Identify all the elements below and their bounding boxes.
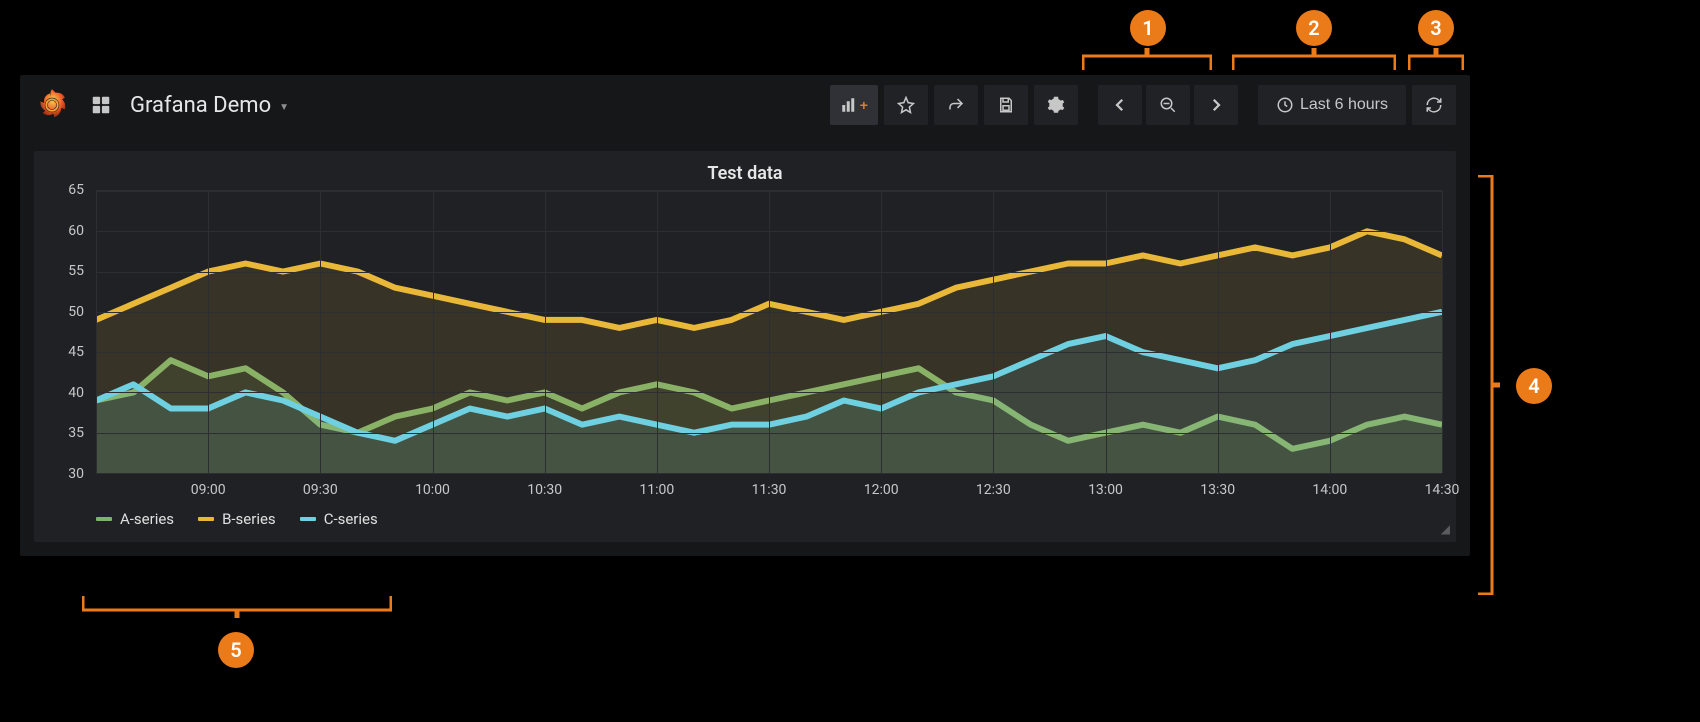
- gear-icon: [1047, 96, 1065, 114]
- chevron-left-icon: [1111, 96, 1129, 114]
- dashboard-grid-icon[interactable]: [86, 90, 116, 120]
- annotation-bracket-5: [82, 596, 392, 618]
- add-panel-button[interactable]: +: [830, 85, 878, 125]
- y-axis: 3035404550556065: [44, 190, 90, 474]
- plus-icon: +: [860, 97, 868, 113]
- time-nav-group: [1098, 85, 1238, 125]
- legend-swatch-a: [96, 517, 112, 521]
- share-button[interactable]: [934, 85, 978, 125]
- legend-label-c: C-series: [324, 510, 378, 528]
- annotation-marker-4-label: 4: [1528, 374, 1539, 398]
- annotation-marker-1: 1: [1130, 10, 1166, 46]
- legend-label-a: A-series: [120, 510, 174, 528]
- x-tick-label: 14:30: [1425, 482, 1460, 498]
- legend-item-a[interactable]: A-series: [96, 510, 174, 528]
- legend-item-c[interactable]: C-series: [300, 510, 378, 528]
- settings-button[interactable]: [1034, 85, 1078, 125]
- y-tick-label: 40: [68, 385, 84, 401]
- plot-area: 3035404550556065 09:0009:3010:0010:3011:…: [44, 190, 1446, 500]
- zoom-out-button[interactable]: [1146, 85, 1190, 125]
- dashboard-title-picker[interactable]: Grafana Demo ▼: [122, 89, 297, 122]
- time-range-forward-button[interactable]: [1194, 85, 1238, 125]
- resize-handle-icon[interactable]: ◢: [1441, 522, 1450, 536]
- bar-chart-icon: [840, 96, 858, 114]
- time-picker-group: Last 6 hours: [1258, 85, 1456, 125]
- x-tick-label: 12:30: [976, 482, 1011, 498]
- x-tick-label: 12:00: [864, 482, 899, 498]
- x-tick-label: 09:00: [191, 482, 226, 498]
- x-tick-label: 14:00: [1312, 482, 1347, 498]
- annotation-marker-5-label: 5: [230, 638, 241, 662]
- zoom-out-icon: [1159, 96, 1177, 114]
- star-button[interactable]: [884, 85, 928, 125]
- clock-icon: [1276, 96, 1294, 114]
- dashboard-topbar: Grafana Demo ▼ +: [20, 75, 1470, 135]
- annotation-marker-2: 2: [1296, 10, 1332, 46]
- y-tick-label: 55: [68, 263, 84, 279]
- legend-swatch-c: [300, 517, 316, 521]
- plot-canvas[interactable]: [96, 190, 1442, 474]
- grafana-logo-icon[interactable]: [34, 87, 70, 123]
- save-icon: [997, 96, 1015, 114]
- x-tick-label: 11:30: [752, 482, 787, 498]
- time-range-picker[interactable]: Last 6 hours: [1258, 85, 1406, 125]
- time-range-back-button[interactable]: [1098, 85, 1142, 125]
- share-icon: [947, 96, 965, 114]
- y-tick-label: 30: [68, 466, 84, 482]
- refresh-icon: [1425, 96, 1443, 114]
- y-tick-label: 45: [68, 344, 84, 360]
- annotation-bracket-4: [1478, 175, 1500, 595]
- refresh-button[interactable]: [1412, 85, 1456, 125]
- save-button[interactable]: [984, 85, 1028, 125]
- annotation-marker-2-label: 2: [1308, 16, 1319, 40]
- legend-label-b: B-series: [222, 510, 276, 528]
- panel-graph[interactable]: Test data 30 35 40 45 50 55 60 65 09:00 09:30 10:…: [34, 151, 1456, 542]
- x-tick-label: 11:00: [639, 482, 674, 498]
- toolbar-main: +: [830, 85, 1078, 125]
- legend: A-series B-series C-series: [44, 500, 1446, 532]
- x-tick-label: 13:00: [1088, 482, 1123, 498]
- x-tick-label: 10:30: [527, 482, 562, 498]
- legend-item-b[interactable]: B-series: [198, 510, 276, 528]
- annotation-bracket-3: [1408, 48, 1464, 70]
- chevron-down-icon: ▼: [279, 102, 289, 113]
- y-tick-label: 35: [68, 425, 84, 441]
- time-range-label: Last 6 hours: [1300, 96, 1388, 114]
- annotation-marker-5: 5: [218, 632, 254, 668]
- annotation-bracket-1: [1082, 48, 1212, 70]
- dashboard: Grafana Demo ▼ +: [20, 75, 1470, 556]
- panel-title: Test data: [44, 159, 1446, 190]
- y-tick-label: 65: [68, 182, 84, 198]
- x-tick-label: 09:30: [303, 482, 338, 498]
- annotation-marker-1-label: 1: [1142, 16, 1153, 40]
- annotation-marker-4: 4: [1516, 368, 1552, 404]
- annotation-marker-3-label: 3: [1430, 16, 1441, 40]
- legend-swatch-b: [198, 517, 214, 521]
- x-tick-label: 10:00: [415, 482, 450, 498]
- y-tick-label: 50: [68, 304, 84, 320]
- dashboard-title: Grafana Demo: [130, 93, 271, 118]
- x-axis: 09:00 09:30 10:00 10:30 11:00 11:30 12:00 12:30…: [96, 478, 1442, 500]
- chevron-right-icon: [1207, 96, 1225, 114]
- x-tick-label: 13:30: [1200, 482, 1235, 498]
- star-icon: [897, 96, 915, 114]
- y-tick-label: 60: [68, 223, 84, 239]
- annotation-bracket-2: [1232, 48, 1396, 70]
- annotation-marker-3: 3: [1418, 10, 1454, 46]
